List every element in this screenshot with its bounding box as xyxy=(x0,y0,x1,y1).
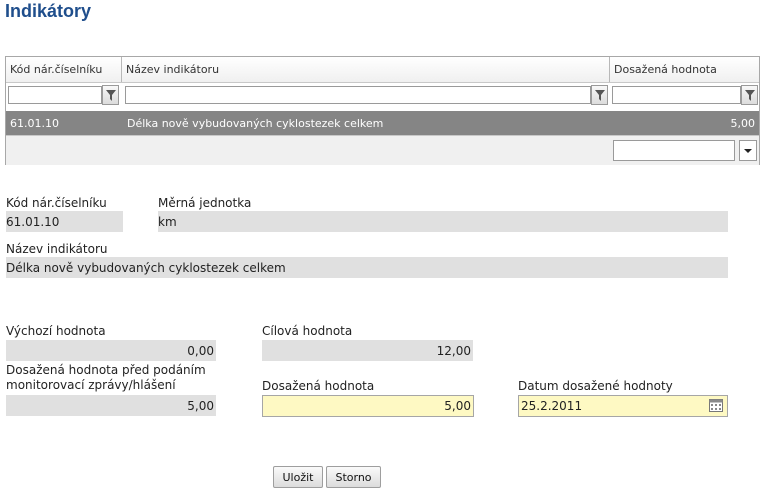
indicator-grid: Kód nár.číselníku Název indikátoru Dosaž… xyxy=(5,56,760,165)
filter-icon xyxy=(106,90,116,101)
before-report-label-line2: monitorovací zprávy/hlášení xyxy=(6,378,176,392)
column-header-code[interactable]: Kód nár.číselníku xyxy=(6,57,122,82)
filter-icon xyxy=(595,90,605,101)
calendar-icon[interactable] xyxy=(709,399,723,412)
filter-code-button[interactable] xyxy=(102,85,119,105)
filter-icon xyxy=(745,90,755,101)
indicator-name-label: Název indikátoru xyxy=(6,242,108,256)
indicator-name-value: Délka nově vybudovaných cyklostezek celk… xyxy=(6,257,728,278)
column-header-value[interactable]: Dosažená hodnota xyxy=(610,57,759,82)
date-value: 25.2.2011 xyxy=(521,399,583,413)
date-input[interactable]: 25.2.2011 xyxy=(518,395,728,417)
pager-select-button[interactable] xyxy=(739,140,757,161)
code-label: Kód nár.číselníku xyxy=(6,196,107,210)
target-value-label: Cílová hodnota xyxy=(262,324,353,338)
row-name: Délka nově vybudovaných cyklostezek celk… xyxy=(127,117,384,130)
filter-code-input[interactable] xyxy=(8,86,102,104)
before-report-label: Dosažená hodnota před podáním monitorova… xyxy=(6,363,206,393)
cancel-button[interactable]: Storno xyxy=(326,466,381,488)
filter-value-button[interactable] xyxy=(741,85,758,105)
grid-footer xyxy=(6,135,759,165)
achieved-value-label: Dosažená hodnota xyxy=(262,379,375,393)
before-report-value: 5,00 xyxy=(6,395,216,416)
code-value: 61.01.10 xyxy=(6,211,123,232)
target-value: 12,00 xyxy=(262,340,473,361)
filter-value-input[interactable] xyxy=(612,86,741,104)
achieved-value-input[interactable]: 5,00 xyxy=(262,395,474,417)
save-button[interactable]: Uložit xyxy=(273,466,323,488)
before-report-label-line1: Dosažená hodnota před podáním xyxy=(6,363,206,377)
filter-name-input[interactable] xyxy=(125,86,591,104)
row-value: 5,00 xyxy=(730,117,756,130)
initial-value-label: Výchozí hodnota xyxy=(6,324,106,338)
page-title: Indikátory xyxy=(5,1,92,21)
date-label: Datum dosažené hodnoty xyxy=(518,379,673,393)
row-code: 61.01.10 xyxy=(10,117,59,130)
chevron-down-icon xyxy=(744,149,752,153)
pager-select-input[interactable] xyxy=(613,140,735,161)
unit-label: Měrná jednotka xyxy=(158,196,252,210)
filter-name-button[interactable] xyxy=(591,85,608,105)
column-header-name[interactable]: Název indikátoru xyxy=(122,57,610,82)
initial-value: 0,00 xyxy=(6,340,216,361)
unit-value: km xyxy=(158,211,728,232)
table-row[interactable]: 61.01.10 Délka nově vybudovaných cyklost… xyxy=(6,111,759,135)
